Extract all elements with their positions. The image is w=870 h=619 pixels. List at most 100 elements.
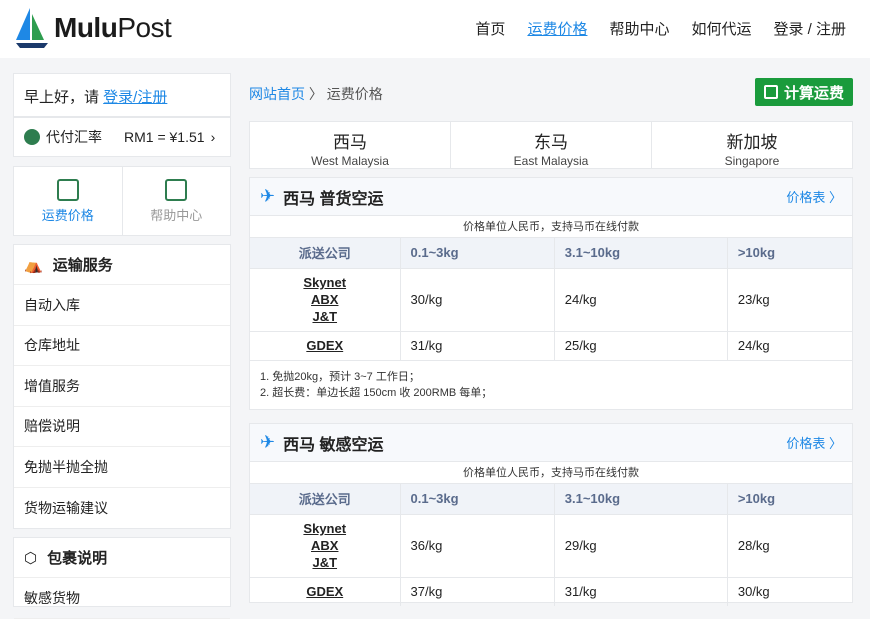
col-header: >10kg [727,238,852,268]
quick-help[interactable]: 帮助中心 [123,167,231,235]
region-en: West Malaysia [311,154,389,168]
price-section-sensitive: ✈ 西马 敏感空运 价格表 〉 价格单位人民币，支持马币在线付款 派送公司 0.… [249,423,853,606]
footnote: 1. 免抛20kg，预计 3~7 工作日； [260,371,420,383]
carrier-link[interactable]: Skynet [250,520,400,537]
quick-pricing-label: 运费价格 [41,207,94,223]
menu-item[interactable]: 赔偿说明 [14,407,230,447]
price-cell: 28/kg [727,513,852,577]
breadcrumb-sep: 〉 [308,86,323,102]
price-note: 价格单位人民币，支持马币在线付款 [250,462,852,484]
rate-label: 代付汇率 [46,129,102,145]
quick-pricing[interactable]: 运费价格 [14,167,123,235]
nav-help[interactable]: 帮助中心 [609,18,669,39]
carrier-cell: Skynet ABX J&T [250,513,401,577]
footnote: 2. 超长费：单边长超 150cm 收 200RMB 每单； [260,387,493,399]
main-nav: 首页 运费价格 帮助中心 如何代运 登录 / 注册 [475,18,846,39]
exchange-rate-icon [24,129,40,145]
calculator-icon [56,178,79,201]
help-doc-icon [165,178,188,201]
menu-item[interactable]: 货物运输建议 [14,488,230,529]
chevron-right-icon: › [210,129,216,145]
price-cell: 30/kg [727,576,852,606]
region-tab-sg[interactable]: 新加坡 Singapore [652,122,852,168]
price-section-general: ✈ 西马 普货空运 价格表 〉 价格单位人民币，支持马币在线付款 派送公司 0.… [249,177,853,410]
menu-item[interactable]: 免抛半抛全抛 [14,447,230,488]
shipping-icon: ⛺ [24,256,43,274]
region-tabs: 西马 West Malaysia 东马 East Malaysia 新加坡 Singa… [249,121,853,169]
table-row: GDEX 31/kg 25/kg 24/kg [250,330,852,360]
carrier-link[interactable]: J&T [250,554,400,571]
calculate-label: 计算运费 [783,84,844,102]
carrier-link[interactable]: ABX [250,537,400,554]
greeting-card: 早上好，请 登录/注册 [13,73,231,117]
price-cell: 25/kg [554,330,728,360]
price-cell: 36/kg [400,513,555,577]
carrier-link[interactable]: J&T [250,308,400,325]
carrier-cell: GDEX [250,576,401,606]
rate-value: RM1 = ¥1.51 [124,129,205,145]
price-cell: 29/kg [554,513,728,577]
price-cell: 24/kg [554,267,728,331]
table-row: Skynet ABX J&T 36/kg 29/kg 28/kg [250,513,852,577]
carrier-link[interactable]: ABX [250,291,400,308]
menu-item[interactable]: 自动入库 [14,285,230,326]
col-header: 3.1~10kg [554,238,728,268]
price-cell: 31/kg [400,330,555,360]
nav-login[interactable]: 登录 / 注册 [773,18,846,39]
carrier-link[interactable]: Skynet [250,274,400,291]
nav-howto[interactable]: 如何代运 [691,18,751,39]
quick-links: 运费价格 帮助中心 [13,166,231,236]
top-bar: MuluPost 首页 运费价格 帮助中心 如何代运 登录 / 注册 [0,0,870,58]
region-en: Singapore [724,154,780,168]
menu-item[interactable]: 仓库地址 [14,326,230,366]
airplane-icon: ✈ [260,432,276,452]
menu-item[interactable]: 敏感货物 [14,578,230,619]
breadcrumb-current: 运费价格 [326,86,383,102]
menu-item[interactable]: 增值服务 [14,366,230,407]
region-tab-west[interactable]: 西马 West Malaysia [250,122,451,168]
package-icon: ⬡ [24,549,38,567]
brand-light: Post [117,12,172,43]
price-cell: 30/kg [400,267,555,331]
region-tab-east[interactable]: 东马 East Malaysia [451,122,652,168]
greeting-text: 早上好，请 [24,89,104,106]
section-title: 西马 敏感空运 [283,436,384,454]
section-title: 西马 普货空运 [283,190,384,208]
airplane-icon: ✈ [260,186,276,206]
carrier-link[interactable]: GDEX [250,337,400,354]
sailboat-icon [16,8,48,48]
calculate-shipping-button[interactable]: 计算运费 [755,78,853,106]
carrier-cell: GDEX [250,330,401,360]
price-cell: 23/kg [727,267,852,331]
calculator-icon [763,85,778,99]
breadcrumb-home[interactable]: 网站首页 [249,86,305,102]
logo[interactable]: MuluPost [14,6,174,50]
price-table-link[interactable]: 价格表 〉 [786,433,842,452]
price-cell: 24/kg [727,330,852,360]
price-note: 价格单位人民币，支持马币在线付款 [250,216,852,238]
breadcrumb: 网站首页 〉 运费价格 [249,84,383,104]
price-cell: 31/kg [554,576,728,606]
menu-title: 运输服务 [52,257,113,274]
table-row: Skynet ABX J&T 30/kg 24/kg 23/kg [250,267,852,331]
footnotes: 1. 免抛20kg，预计 3~7 工作日； 2. 超长费：单边长超 150cm … [250,360,852,409]
nav-home[interactable]: 首页 [475,18,505,39]
region-zh: 西马 [333,133,367,152]
nav-pricing[interactable]: 运费价格 [527,18,587,39]
col-header: >10kg [727,484,852,514]
login-link[interactable]: 登录/注册 [103,89,167,106]
quick-help-label: 帮助中心 [150,207,203,223]
col-header: 派送公司 [250,484,401,514]
exchange-rate-row[interactable]: 代付汇率 RM1 = ¥1.51 › [13,117,231,157]
col-header: 0.1~3kg [400,238,555,268]
package-menu: ⬡ 包裹说明 敏感货物 [13,537,231,619]
brand-bold: Mulu [54,12,118,43]
price-table-link[interactable]: 价格表 〉 [786,187,842,206]
price-table: 派送公司 0.1~3kg 3.1~10kg >10kg Skynet ABX J… [250,484,852,606]
col-header: 派送公司 [250,238,401,268]
region-en: East Malaysia [513,154,589,168]
table-row: GDEX 37/kg 31/kg 30/kg [250,576,852,606]
price-table: 派送公司 0.1~3kg 3.1~10kg >10kg Skynet ABX J… [250,238,852,360]
carrier-cell: Skynet ABX J&T [250,267,401,331]
col-header: 0.1~3kg [400,484,555,514]
